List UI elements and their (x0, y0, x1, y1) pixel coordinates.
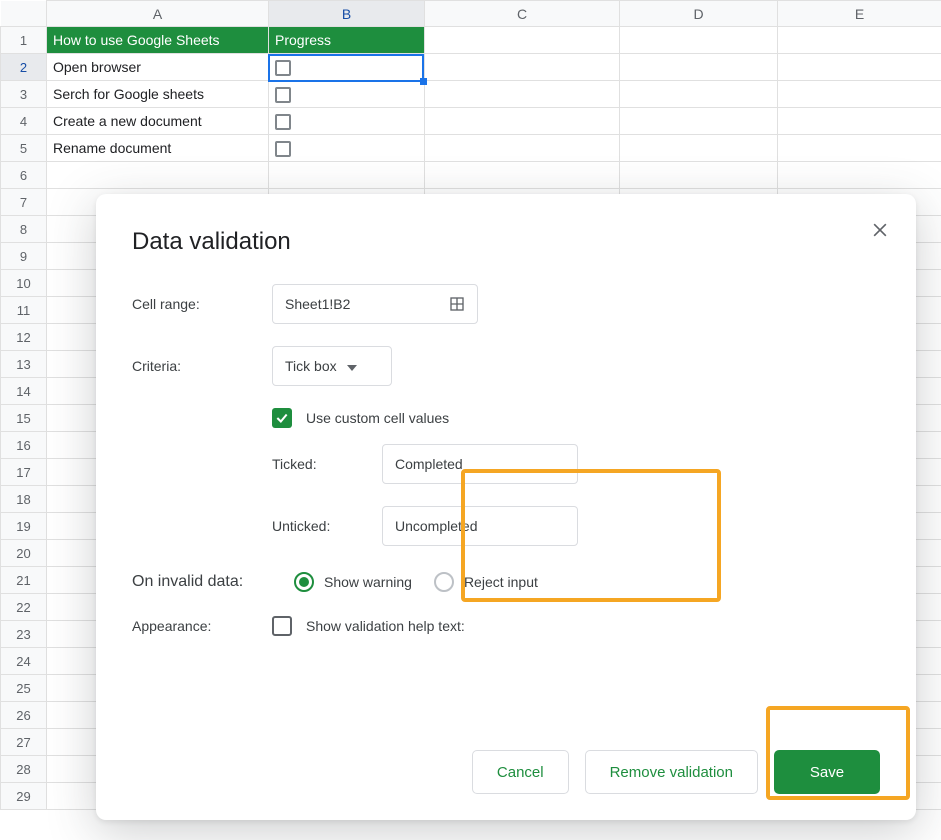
cell-A4[interactable]: Create a new document (47, 108, 269, 135)
row-header-7[interactable]: 7 (1, 189, 47, 216)
radio-reject-input-label: Reject input (464, 574, 538, 590)
label-ticked: Ticked: (272, 456, 382, 472)
cell-range-input[interactable]: Sheet1!B2 (272, 284, 478, 324)
row-header-22[interactable]: 22 (1, 594, 47, 621)
row-header-23[interactable]: 23 (1, 621, 47, 648)
cell-E3[interactable] (778, 81, 941, 108)
cell-D3[interactable] (620, 81, 778, 108)
row-header-10[interactable]: 10 (1, 270, 47, 297)
use-custom-values-label: Use custom cell values (306, 410, 449, 426)
row-header-24[interactable]: 24 (1, 648, 47, 675)
cell-E5[interactable] (778, 135, 941, 162)
checkbox-icon[interactable] (275, 60, 291, 76)
checkbox-icon[interactable] (275, 114, 291, 130)
col-header-E[interactable]: E (778, 1, 941, 27)
checkbox-icon[interactable] (275, 141, 291, 157)
checkbox-icon[interactable] (275, 87, 291, 103)
cell-C2[interactable] (425, 54, 620, 81)
row-header-4[interactable]: 4 (1, 108, 47, 135)
data-validation-dialog: Data validation Cell range: Sheet1!B2 Cr… (96, 194, 916, 820)
row-header-15[interactable]: 15 (1, 405, 47, 432)
grid-select-icon[interactable] (449, 296, 465, 312)
unticked-value: Uncompleted (395, 518, 478, 534)
row-header-17[interactable]: 17 (1, 459, 47, 486)
row-header-11[interactable]: 11 (1, 297, 47, 324)
show-help-text-label: Show validation help text: (306, 618, 465, 634)
row-header-29[interactable]: 29 (1, 783, 47, 810)
label-cell-range: Cell range: (132, 296, 272, 312)
row-header-12[interactable]: 12 (1, 324, 47, 351)
radio-show-warning-label: Show warning (324, 574, 412, 590)
cell-E2[interactable] (778, 54, 941, 81)
unticked-input[interactable]: Uncompleted (382, 506, 578, 546)
row-header-16[interactable]: 16 (1, 432, 47, 459)
cell-D5[interactable] (620, 135, 778, 162)
dialog-title: Data validation (132, 228, 880, 256)
col-header-D[interactable]: D (620, 1, 778, 27)
row-header-3[interactable]: 3 (1, 81, 47, 108)
cell-B3[interactable] (269, 81, 425, 108)
remove-validation-button[interactable]: Remove validation (585, 750, 758, 794)
label-appearance: Appearance: (132, 618, 272, 634)
cell-B4[interactable] (269, 108, 425, 135)
cell-C1[interactable] (425, 27, 620, 54)
row-header-1[interactable]: 1 (1, 27, 47, 54)
use-custom-values-checkbox[interactable] (272, 408, 292, 428)
cell-E6[interactable] (778, 162, 941, 189)
row-header-20[interactable]: 20 (1, 540, 47, 567)
row-header-14[interactable]: 14 (1, 378, 47, 405)
label-criteria: Criteria: (132, 358, 272, 374)
row-header-13[interactable]: 13 (1, 351, 47, 378)
cell-range-value: Sheet1!B2 (285, 296, 350, 312)
col-header-C[interactable]: C (425, 1, 620, 27)
cell-C6[interactable] (425, 162, 620, 189)
row-header-2[interactable]: 2 (1, 54, 47, 81)
cell-D1[interactable] (620, 27, 778, 54)
cell-C3[interactable] (425, 81, 620, 108)
row-header-19[interactable]: 19 (1, 513, 47, 540)
criteria-dropdown[interactable]: Tick box (272, 346, 392, 386)
row-header-8[interactable]: 8 (1, 216, 47, 243)
label-unticked: Unticked: (272, 518, 382, 534)
save-button[interactable]: Save (774, 750, 880, 794)
cell-A6[interactable] (47, 162, 269, 189)
row-header-9[interactable]: 9 (1, 243, 47, 270)
row-header-21[interactable]: 21 (1, 567, 47, 594)
cell-E4[interactable] (778, 108, 941, 135)
cell-A2[interactable]: Open browser (47, 54, 269, 81)
col-header-A[interactable]: A (47, 1, 269, 27)
cancel-button[interactable]: Cancel (472, 750, 569, 794)
row-header-26[interactable]: 26 (1, 702, 47, 729)
cell-C5[interactable] (425, 135, 620, 162)
cell-D6[interactable] (620, 162, 778, 189)
row-header-5[interactable]: 5 (1, 135, 47, 162)
criteria-value: Tick box (285, 358, 337, 374)
cell-C4[interactable] (425, 108, 620, 135)
close-icon[interactable] (870, 220, 890, 245)
ticked-input[interactable]: Completed (382, 444, 578, 484)
show-help-text-checkbox[interactable] (272, 616, 292, 636)
row-header-27[interactable]: 27 (1, 729, 47, 756)
cell-E1[interactable] (778, 27, 941, 54)
select-all-corner[interactable] (1, 1, 47, 27)
cell-B1[interactable]: Progress (269, 27, 425, 54)
radio-reject-input[interactable]: Reject input (434, 572, 538, 592)
cell-B5[interactable] (269, 135, 425, 162)
cell-A5[interactable]: Rename document (47, 135, 269, 162)
cell-D2[interactable] (620, 54, 778, 81)
cell-A1[interactable]: How to use Google Sheets (47, 27, 269, 54)
row-header-18[interactable]: 18 (1, 486, 47, 513)
row-header-28[interactable]: 28 (1, 756, 47, 783)
label-on-invalid: On invalid data: (132, 573, 272, 591)
cell-A3[interactable]: Serch for Google sheets (47, 81, 269, 108)
cell-B6[interactable] (269, 162, 425, 189)
col-header-B[interactable]: B (269, 1, 425, 27)
ticked-value: Completed (395, 456, 463, 472)
row-header-25[interactable]: 25 (1, 675, 47, 702)
cell-B2[interactable] (269, 54, 425, 81)
caret-down-icon (347, 358, 357, 374)
cell-D4[interactable] (620, 108, 778, 135)
radio-show-warning[interactable]: Show warning (294, 572, 412, 592)
row-header-6[interactable]: 6 (1, 162, 47, 189)
